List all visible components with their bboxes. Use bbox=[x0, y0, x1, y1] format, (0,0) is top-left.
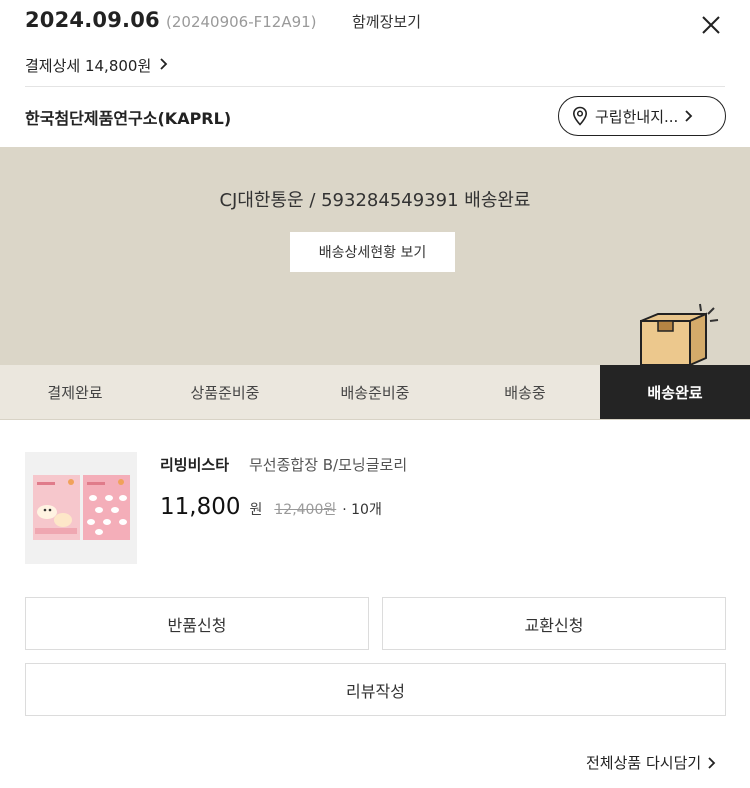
parcel-box-icon bbox=[634, 299, 734, 367]
delivery-status-panel: CJ대한통운 / 593284549391 배송완료 배송상세현황 보기 bbox=[0, 147, 750, 367]
close-button[interactable] bbox=[696, 10, 726, 40]
seller-name: 한국첨단제품연구소(KAPRL) bbox=[25, 109, 232, 128]
delivery-progress-steps: 결제완료 상품준비중 배송준비중 배송중 배송완료 bbox=[0, 365, 750, 420]
exchange-request-button[interactable]: 교환신청 bbox=[382, 597, 726, 650]
close-icon bbox=[702, 16, 720, 34]
location-pin-icon bbox=[572, 106, 588, 126]
original-price: 12,400원 bbox=[274, 502, 337, 518]
seller-row: 한국첨단제품연구소(KAPRL) 구립한내지... bbox=[0, 87, 750, 147]
product-thumbnail[interactable] bbox=[25, 452, 137, 564]
step-in-transit: 배송중 bbox=[504, 383, 546, 402]
step-payment-complete: 결제완료 bbox=[47, 383, 103, 402]
store-guide-button[interactable]: 구립한내지... bbox=[558, 96, 726, 136]
order-header: 2024.09.06 (20240906-F12A91) 함께장보기 결제상세 … bbox=[0, 0, 750, 86]
chevron-right-icon bbox=[707, 756, 716, 770]
tracking-detail-button[interactable]: 배송상세현황 보기 bbox=[290, 232, 455, 272]
step-delivered: 배송완료 bbox=[600, 365, 750, 419]
store-guide-label: 구립한내지... bbox=[595, 107, 679, 126]
product-name[interactable]: 무선종합장 B/모닝글로리 bbox=[249, 454, 407, 475]
readd-all-label: 전체상품 다시담기 bbox=[586, 754, 702, 772]
write-review-button[interactable]: 리뷰작성 bbox=[25, 663, 726, 716]
step-preparing-shipping: 배송준비중 bbox=[340, 383, 410, 402]
chevron-right-icon bbox=[159, 57, 168, 75]
product-item: 리빙비스타 무선종합장 B/모닝글로리 11,800 원 12,400원 · 1… bbox=[0, 420, 750, 580]
return-request-button[interactable]: 반품신청 bbox=[25, 597, 369, 650]
currency-unit: 원 bbox=[249, 502, 263, 518]
order-date: 2024.09.06 bbox=[25, 8, 160, 32]
quantity: · 10개 bbox=[342, 502, 382, 518]
sale-price: 11,800 bbox=[160, 494, 241, 520]
order-id: (20240906-F12A91) bbox=[166, 13, 317, 31]
price-row: 11,800 원 12,400원 · 10개 bbox=[160, 494, 382, 520]
tracking-info: CJ대한통운 / 593284549391 배송완료 bbox=[219, 190, 531, 211]
share-shopping-link[interactable]: 함께장보기 bbox=[352, 11, 421, 32]
step-preparing-product: 상품준비중 bbox=[190, 383, 260, 402]
readd-all-to-cart-link[interactable]: 전체상품 다시담기 bbox=[586, 752, 716, 773]
payment-detail-label: 결제상세 14,800원 bbox=[25, 57, 152, 75]
chevron-right-icon bbox=[684, 109, 693, 123]
payment-detail-link[interactable]: 결제상세 14,800원 bbox=[25, 55, 168, 76]
product-brand[interactable]: 리빙비스타 bbox=[160, 454, 229, 475]
